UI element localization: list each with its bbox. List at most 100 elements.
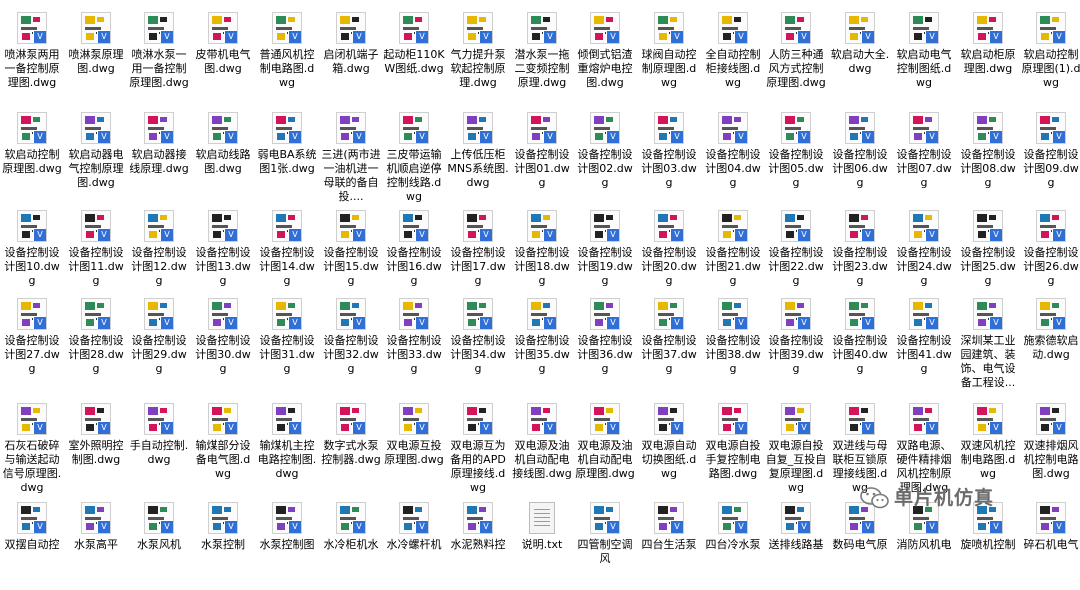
file-item[interactable]: Ⅴ 设备控制设计图05.dwg (764, 104, 828, 200)
file-item[interactable]: Ⅴ 深圳某工业园建筑、装饰、电气设备工程设... (956, 290, 1020, 389)
file-item[interactable]: Ⅴ 设备控制设计图13.dwg (191, 202, 255, 298)
file-item[interactable]: Ⅴ 全自动控制柜接线图.dwg (701, 4, 765, 100)
file-item[interactable]: Ⅴ 设备控制设计图34.dwg (446, 290, 510, 386)
file-item[interactable]: Ⅴ 双进线与母联柜互锁原理接线图.dwg (828, 395, 892, 494)
file-item[interactable]: Ⅴ 设备控制设计图02.dwg (573, 104, 637, 200)
file-item[interactable]: Ⅴ 设备控制设计图29.dwg (127, 290, 191, 386)
file-item[interactable]: Ⅴ 球阀自动控制原理图.dwg (637, 4, 701, 100)
file-item[interactable]: Ⅴ 设备控制设计图27.dwg (0, 290, 64, 386)
file-item[interactable]: Ⅴ 石灰石破碎与输送起动信号原理图.dwg (0, 395, 64, 494)
file-item[interactable]: Ⅴ 三进(两市进一油机进一母联的备自投.... (319, 104, 383, 203)
file-item[interactable]: Ⅴ 设备控制设计图20.dwg (637, 202, 701, 298)
file-item[interactable]: Ⅴ 设备控制设计图15.dwg (319, 202, 383, 298)
file-item[interactable]: Ⅴ 双电源自动切换图纸.dwg (637, 395, 701, 491)
file-item[interactable]: Ⅴ 施索德软启动.dwg (1019, 290, 1080, 386)
file-item[interactable]: 说明.txt (510, 494, 574, 590)
file-item[interactable]: Ⅴ 设备控制设计图01.dwg (510, 104, 574, 200)
file-item[interactable]: Ⅴ 设备控制设计图41.dwg (892, 290, 956, 386)
file-item[interactable]: Ⅴ 水泥熟料控 (446, 494, 510, 590)
file-item[interactable]: Ⅴ 双电源及油机自动配电接线图.dwg (510, 395, 574, 491)
file-item[interactable]: Ⅴ 水泵控制图 (255, 494, 319, 590)
file-name-label: 设备控制设计图11.dwg (68, 246, 124, 287)
file-item[interactable]: Ⅴ 四台冷水泵 (701, 494, 765, 590)
file-item[interactable]: Ⅴ 四管制空调风 (573, 494, 637, 590)
file-item[interactable]: Ⅴ 喷淋泵两用一备控制原理图.dwg (0, 4, 64, 100)
file-item[interactable]: Ⅴ 弱电BA系统图1张.dwg (255, 104, 319, 200)
file-item[interactable]: Ⅴ 四台生活泵 (637, 494, 701, 590)
file-item[interactable]: Ⅴ 双电源互投原理图.dwg (382, 395, 446, 491)
file-item[interactable]: Ⅴ 水泵控制 (191, 494, 255, 590)
file-item[interactable]: Ⅴ 设备控制设计图23.dwg (828, 202, 892, 298)
file-item[interactable]: Ⅴ 上传低压柜MNS系统图.dwg (446, 104, 510, 200)
file-item[interactable]: Ⅴ 软启动控制原理图.dwg (0, 104, 64, 200)
file-item[interactable]: Ⅴ 设备控制设计图09.dwg (1019, 104, 1080, 200)
file-item[interactable]: Ⅴ 设备控制设计图38.dwg (701, 290, 765, 386)
file-item[interactable]: Ⅴ 设备控制设计图08.dwg (956, 104, 1020, 200)
file-item[interactable]: Ⅴ 设备控制设计图39.dwg (764, 290, 828, 386)
file-item[interactable]: Ⅴ 设备控制设计图24.dwg (892, 202, 956, 298)
file-item[interactable]: Ⅴ 水泵高平 (64, 494, 128, 590)
file-item[interactable]: Ⅴ 设备控制设计图32.dwg (319, 290, 383, 386)
file-item[interactable]: Ⅴ 输煤机主控电路控制图.dwg (255, 395, 319, 491)
file-item[interactable]: Ⅴ 双速风机控制电路图.dwg (956, 395, 1020, 491)
file-item[interactable]: Ⅴ 设备控制设计图19.dwg (573, 202, 637, 298)
file-item[interactable]: Ⅴ 送排线路基 (764, 494, 828, 590)
file-item[interactable]: Ⅴ 喷淋水泵一用一备控制原理图.dwg (127, 4, 191, 100)
file-item[interactable]: Ⅴ 双电源及油机自动配电原理图.dwg (573, 395, 637, 491)
file-item[interactable]: Ⅴ 设备控制设计图11.dwg (64, 202, 128, 298)
file-item[interactable]: Ⅴ 室外照明控制图.dwg (64, 395, 128, 491)
file-item[interactable]: Ⅴ 设备控制设计图30.dwg (191, 290, 255, 386)
file-item[interactable]: Ⅴ 气力提升泵软起控制原理.dwg (446, 4, 510, 100)
file-item[interactable]: Ⅴ 设备控制设计图36.dwg (573, 290, 637, 386)
file-item[interactable]: Ⅴ 水冷螺杆机 (382, 494, 446, 590)
file-item[interactable]: Ⅴ 双电源互为备用的APD原理接线.dwg (446, 395, 510, 494)
file-item[interactable]: Ⅴ 软启动线路图.dwg (191, 104, 255, 200)
file-item[interactable]: Ⅴ 喷淋泵原理图.dwg (64, 4, 128, 100)
file-item[interactable]: Ⅴ 起动柜110KW图纸.dwg (382, 4, 446, 100)
file-item[interactable]: Ⅴ 手自动控制.dwg (127, 395, 191, 491)
file-item[interactable]: Ⅴ 皮带机电气图.dwg (191, 4, 255, 100)
file-item[interactable]: Ⅴ 双路电源、硬件精排烟风机控制原理图.dwg (892, 395, 956, 494)
file-item[interactable]: Ⅴ 设备控制设计图35.dwg (510, 290, 574, 386)
file-item[interactable]: Ⅴ 设备控制设计图12.dwg (127, 202, 191, 298)
file-item[interactable]: Ⅴ 倾倒式铝渣重熔炉电控图.dwg (573, 4, 637, 100)
file-item[interactable]: Ⅴ 设备控制设计图18.dwg (510, 202, 574, 298)
file-item[interactable]: Ⅴ 设备控制设计图06.dwg (828, 104, 892, 200)
file-item[interactable]: Ⅴ 软启动大全.dwg (828, 4, 892, 100)
file-item[interactable]: Ⅴ 双电源自投自复_互投自复原理图.dwg (764, 395, 828, 494)
file-item[interactable]: Ⅴ 设备控制设计图14.dwg (255, 202, 319, 298)
file-item[interactable]: Ⅴ 设备控制设计图07.dwg (892, 104, 956, 200)
file-item[interactable]: Ⅴ 设备控制设计图28.dwg (64, 290, 128, 386)
file-item[interactable]: Ⅴ 人防三种通风方式控制原理图.dwg (764, 4, 828, 100)
file-item[interactable]: Ⅴ 双速排烟风机控制电路图.dwg (1019, 395, 1080, 491)
file-item[interactable]: Ⅴ 设备控制设计图16.dwg (382, 202, 446, 298)
file-item[interactable]: Ⅴ 输煤部分设备电气图.dwg (191, 395, 255, 491)
file-item[interactable]: Ⅴ 水泵风机 (127, 494, 191, 590)
file-item[interactable]: Ⅴ 水冷柜机水 (319, 494, 383, 590)
file-item[interactable]: Ⅴ 启闭机端子箱.dwg (319, 4, 383, 100)
file-item[interactable]: Ⅴ 设备控制设计图21.dwg (701, 202, 765, 298)
file-item[interactable]: Ⅴ 软启动柜原理图.dwg (956, 4, 1020, 100)
file-item[interactable]: Ⅴ 双摆自动控 (0, 494, 64, 590)
dwg-file-icon: Ⅴ (208, 12, 238, 44)
file-item[interactable]: Ⅴ 双电源自投手复控制电路图.dwg (701, 395, 765, 491)
file-item[interactable]: Ⅴ 设备控制设计图40.dwg (828, 290, 892, 386)
file-item[interactable]: Ⅴ 设备控制设计图04.dwg (701, 104, 765, 200)
file-item[interactable]: Ⅴ 设备控制设计图03.dwg (637, 104, 701, 200)
file-item[interactable]: Ⅴ 设备控制设计图17.dwg (446, 202, 510, 298)
file-item[interactable]: Ⅴ 软启动电气控制图纸.dwg (892, 4, 956, 100)
file-item[interactable]: Ⅴ 设备控制设计图33.dwg (382, 290, 446, 386)
file-item[interactable]: Ⅴ 设备控制设计图37.dwg (637, 290, 701, 386)
file-item[interactable]: Ⅴ 数字式水泵控制器.dwg (319, 395, 383, 491)
file-item[interactable]: Ⅴ 设备控制设计图10.dwg (0, 202, 64, 298)
file-item[interactable]: Ⅴ 设备控制设计图31.dwg (255, 290, 319, 386)
file-item[interactable]: Ⅴ 潜水泵一拖二变频控制原理.dwg (510, 4, 574, 100)
file-item[interactable]: Ⅴ 设备控制设计图26.dwg (1019, 202, 1080, 298)
file-item[interactable]: Ⅴ 软启动控制原理图(1).dwg (1019, 4, 1080, 100)
file-item[interactable]: Ⅴ 设备控制设计图22.dwg (764, 202, 828, 298)
file-item[interactable]: Ⅴ 软启动器接线原理.dwg (127, 104, 191, 200)
file-item[interactable]: Ⅴ 设备控制设计图25.dwg (956, 202, 1020, 298)
file-item[interactable]: Ⅴ 三皮带运输机顺启逆停控制线路.dwg (382, 104, 446, 203)
file-item[interactable]: Ⅴ 软启动器电气控制原理图.dwg (64, 104, 128, 200)
file-item[interactable]: Ⅴ 普通风机控制电路图.dwg (255, 4, 319, 100)
